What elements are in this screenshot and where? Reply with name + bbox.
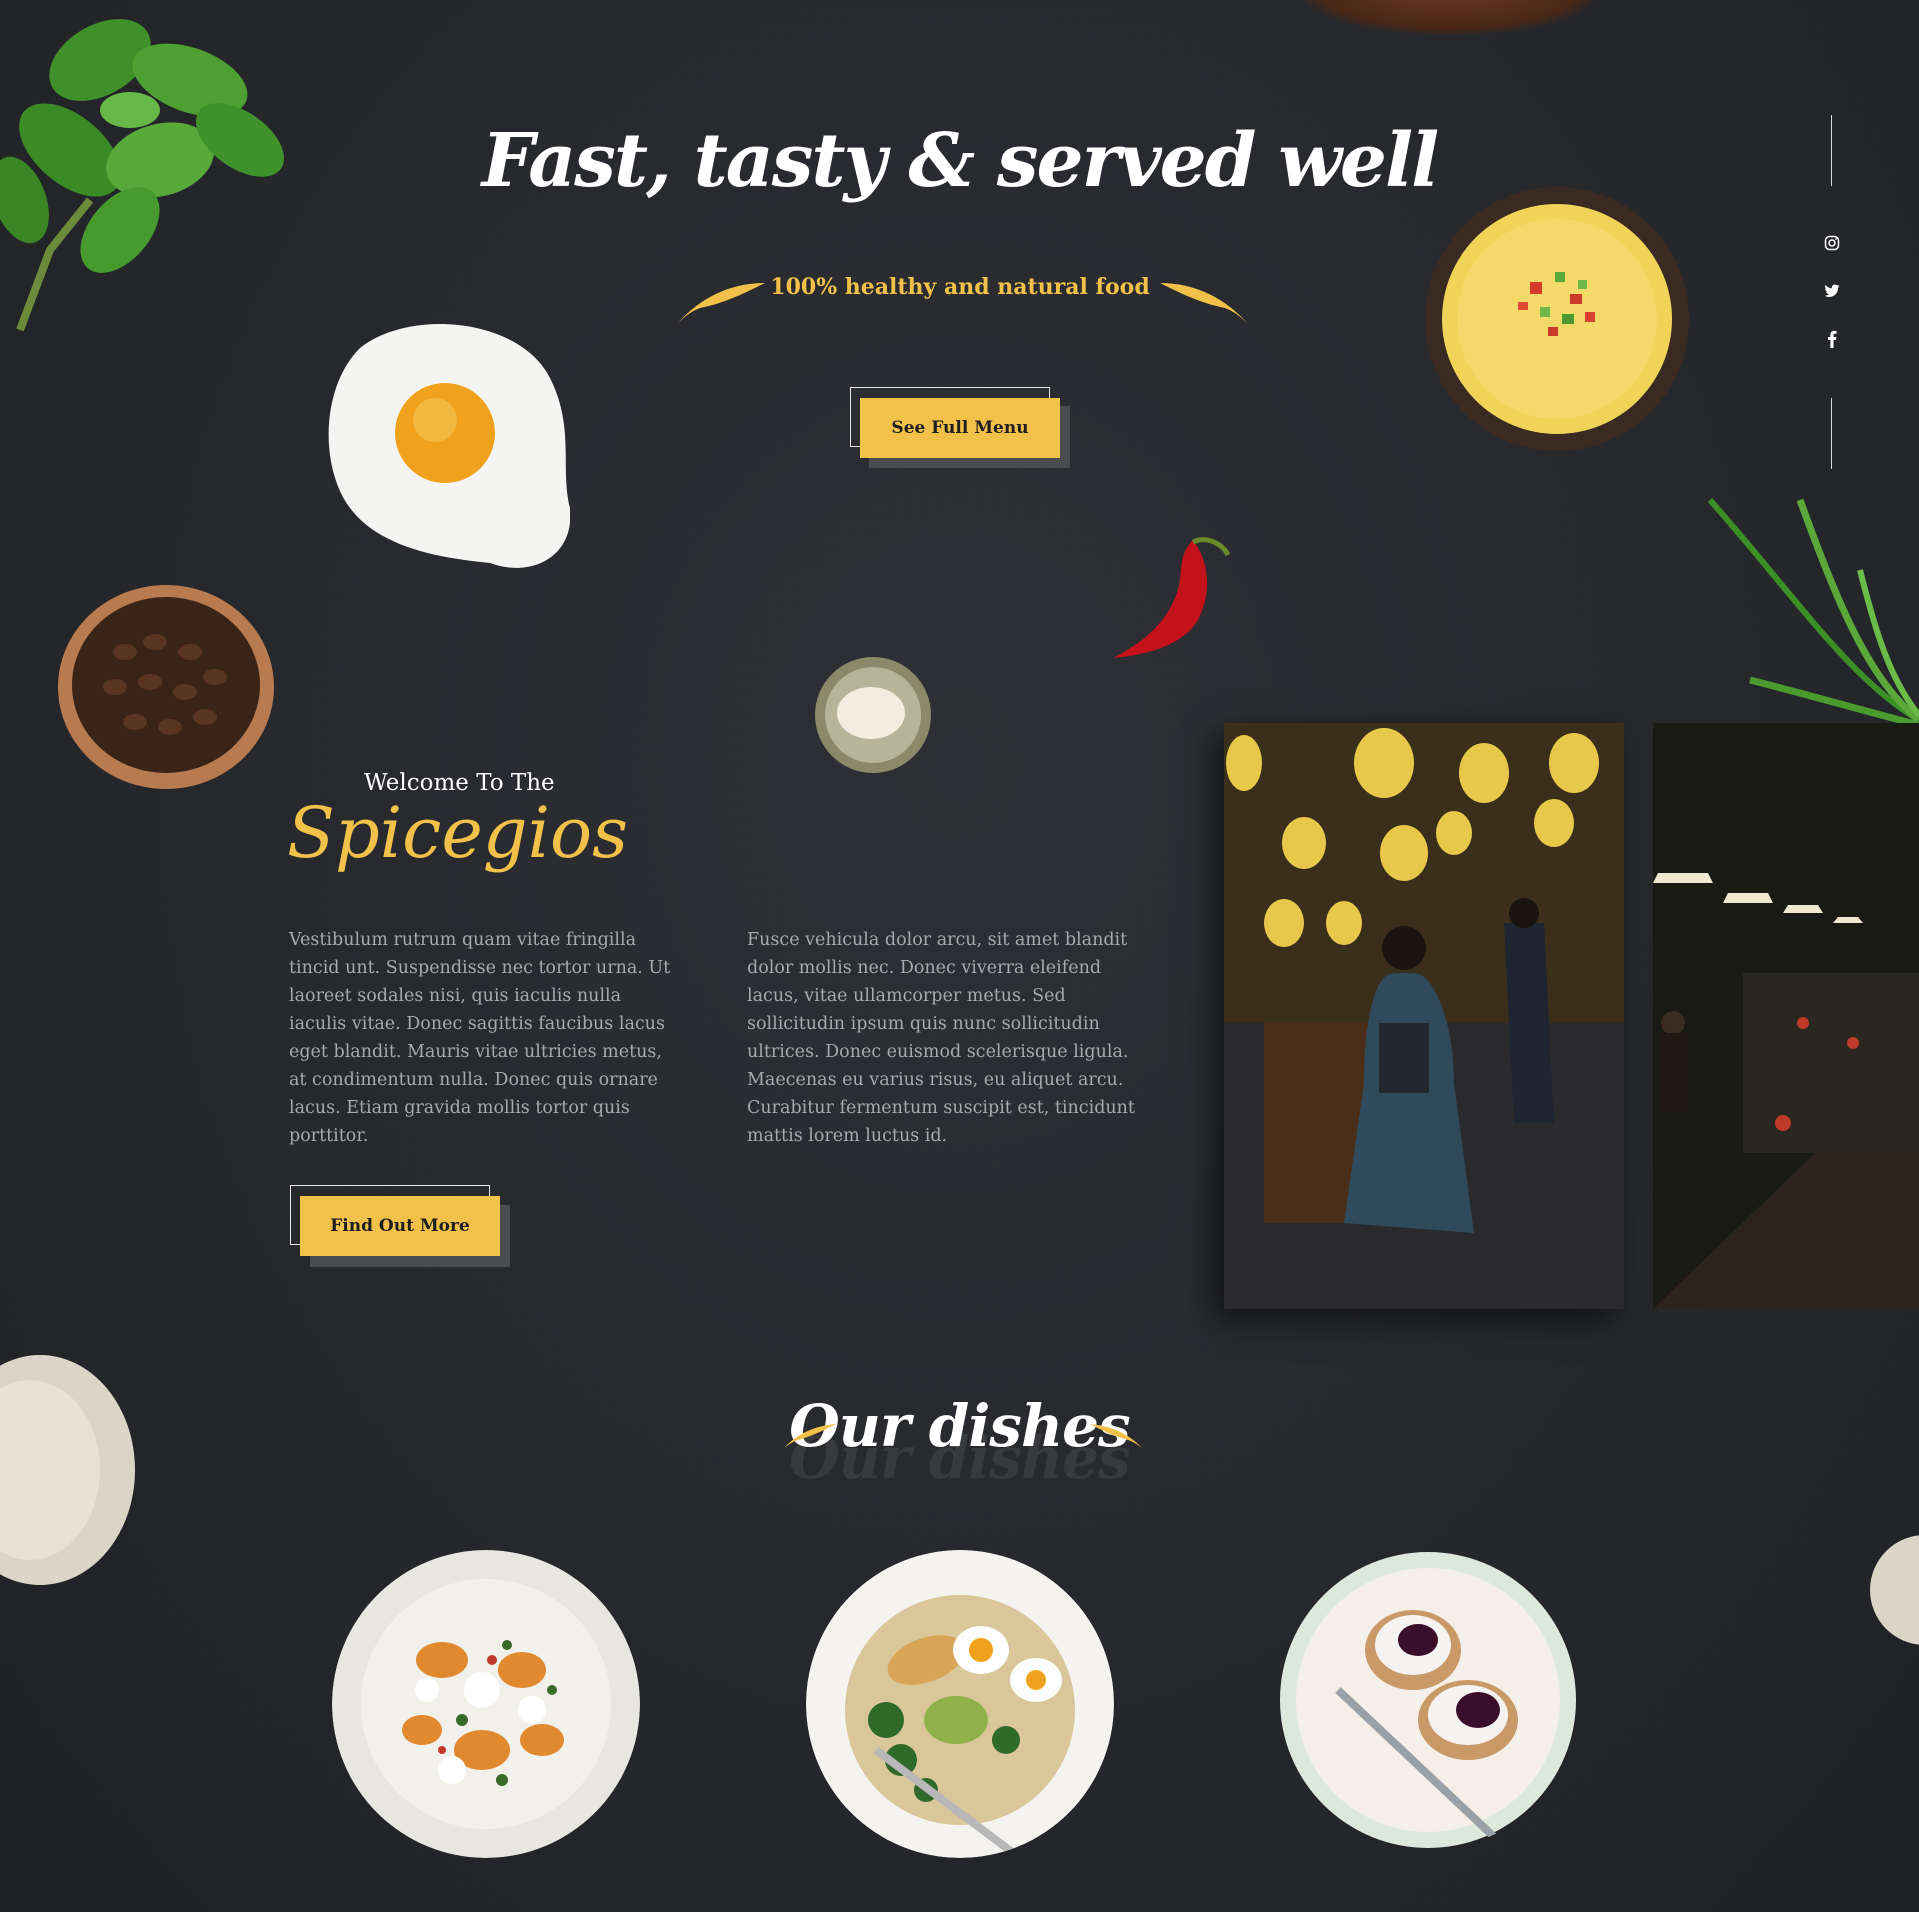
intro-paragraph-2: Fusce vehicula dolor arcu, sit amet blan… xyxy=(747,930,1135,1146)
meat-decoration xyxy=(1300,0,1600,35)
twitter-link[interactable] xyxy=(1822,281,1842,301)
butter-bowl-decoration xyxy=(815,657,931,773)
restaurant-photo-lanterns xyxy=(1224,723,1624,1309)
hero-subtitle-group: 100% healthy and natural food xyxy=(660,268,1260,328)
fried-egg-decoration xyxy=(328,324,570,568)
facebook-icon xyxy=(1828,330,1837,348)
dish-plate-3[interactable] xyxy=(1278,1550,1578,1850)
dish-plate-1[interactable] xyxy=(332,1550,640,1858)
coffee-beans-decoration xyxy=(58,585,274,789)
right-swoosh-icon xyxy=(1160,283,1247,323)
facebook-link[interactable] xyxy=(1822,329,1842,349)
instagram-icon xyxy=(1824,235,1840,251)
social-top-line xyxy=(1831,115,1832,186)
dishes-right-swoosh-icon xyxy=(1090,1424,1142,1448)
intro-paragraph-1: Vestibulum rutrum quam vitae fringilla t… xyxy=(289,930,671,1146)
dishes-title: Our dishes xyxy=(789,1392,1130,1460)
brand-name: Spicegios xyxy=(287,792,629,874)
twitter-icon xyxy=(1824,284,1840,297)
soup-bowl-decoration xyxy=(1425,187,1689,451)
find-out-more-button[interactable]: Find Out More xyxy=(300,1196,500,1256)
instagram-link[interactable] xyxy=(1822,233,1842,253)
dishes-left-swoosh-icon xyxy=(784,1424,836,1448)
chili-pepper-decoration xyxy=(1113,537,1231,658)
see-full-menu-button[interactable]: See Full Menu xyxy=(860,398,1060,458)
hero-title: Fast, tasty & served well xyxy=(481,118,1439,204)
grass-decoration xyxy=(1707,498,1919,729)
restaurant-photo-bar xyxy=(1653,723,1919,1309)
social-bottom-line xyxy=(1831,398,1832,469)
flour-pile-decoration-right xyxy=(1870,1535,1919,1645)
dish-plate-2[interactable] xyxy=(806,1550,1114,1858)
